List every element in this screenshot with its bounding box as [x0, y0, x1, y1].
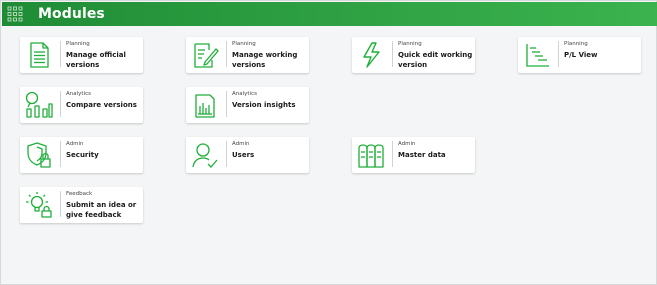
tile-divider [60, 41, 61, 67]
idea-bulb-icon [24, 190, 54, 220]
user-check-icon [190, 140, 220, 170]
tile-manage-official-versions[interactable]: Planning Manage official versions [20, 37, 143, 73]
tile-category: Planning [398, 41, 422, 47]
page-title: Modules [38, 6, 105, 22]
binders-icon [356, 140, 386, 170]
tile-compare-versions[interactable]: Analytics Compare versions [20, 87, 143, 123]
document-icon [24, 40, 54, 70]
tile-quick-edit-working-version[interactable]: Planning Quick edit working version [352, 37, 475, 73]
chart-report-icon [190, 90, 220, 120]
tile-divider [60, 191, 61, 217]
tile-name: Users [232, 151, 255, 159]
tile-category: Planning [232, 41, 256, 47]
tile-name: P/L View [564, 51, 598, 59]
tile-category: Feedback [66, 191, 93, 197]
tile-version-insights[interactable]: Analytics Version insights [186, 87, 309, 123]
tile-category: Admin [232, 141, 250, 147]
app-header: Modules [2, 2, 657, 26]
app-frame: Modules Planning Manage official version… [0, 0, 657, 285]
tile-divider [60, 141, 61, 167]
tile-pl-view[interactable]: Planning P/L View [518, 37, 641, 73]
tile-category: Planning [66, 41, 90, 47]
tile-divider [226, 41, 227, 67]
tile-name: Manage official versions [66, 51, 126, 69]
magnifier-chart-icon [24, 90, 54, 120]
tile-divider [558, 41, 559, 67]
tile-manage-working-versions[interactable]: Planning Manage working versions [186, 37, 309, 73]
app-launcher-icon[interactable] [2, 2, 28, 26]
tile-divider [226, 91, 227, 117]
tile-users[interactable]: Admin Users [186, 137, 309, 173]
tile-name: Master data [398, 151, 446, 159]
tile-name: Security [66, 151, 99, 159]
tile-name: Submit an idea or give feedback [66, 201, 137, 219]
tile-security[interactable]: Admin Security [20, 137, 143, 173]
tile-name: Manage working versions [232, 51, 298, 69]
tile-submit-feedback[interactable]: Feedback Submit an idea or give feedback [20, 187, 143, 223]
tile-divider [60, 91, 61, 117]
tile-category: Admin [398, 141, 416, 147]
tile-name: Compare versions [66, 101, 137, 109]
tile-name: Version insights [232, 101, 296, 109]
tile-name: Quick edit working version [398, 51, 473, 69]
tile-category: Planning [564, 41, 588, 47]
tile-divider [392, 141, 393, 167]
shield-lock-icon [24, 140, 54, 170]
tile-category: Analytics [232, 91, 257, 97]
tile-master-data[interactable]: Admin Master data [352, 137, 475, 173]
stepped-list-icon [522, 40, 552, 70]
tile-divider [226, 141, 227, 167]
tile-divider [392, 41, 393, 67]
edit-document-icon [190, 40, 220, 70]
tile-category: Analytics [66, 91, 91, 97]
lightning-icon [356, 40, 386, 70]
tile-category: Admin [66, 141, 84, 147]
